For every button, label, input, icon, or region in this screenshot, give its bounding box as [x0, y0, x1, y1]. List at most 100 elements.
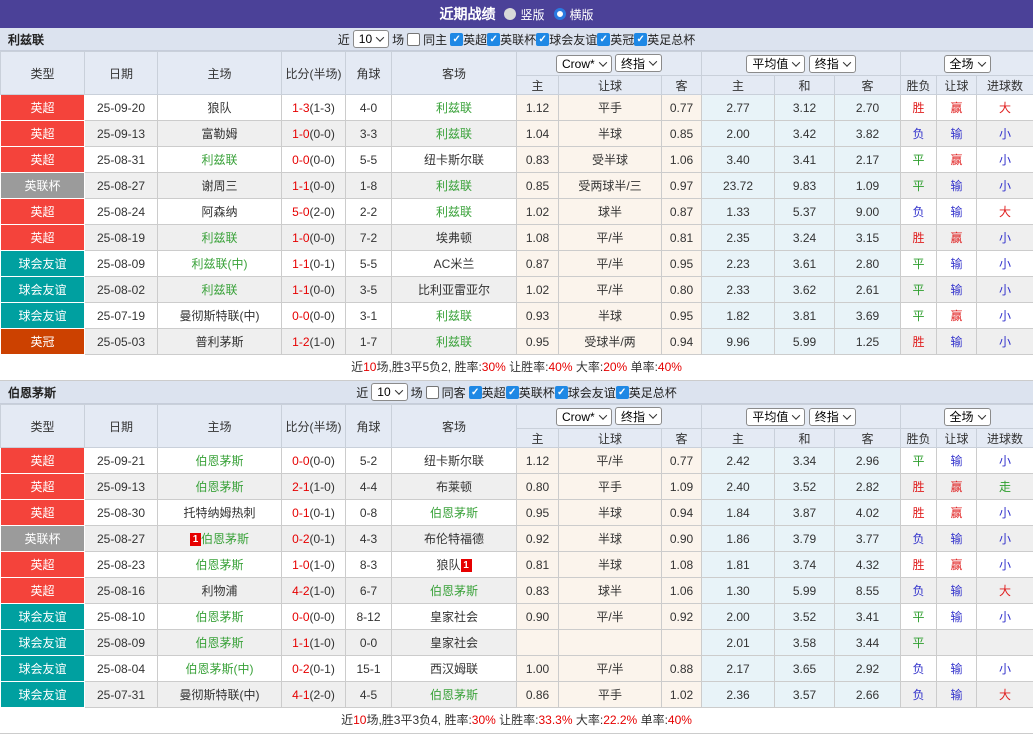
- home-team[interactable]: 狼队: [158, 95, 282, 121]
- league-checkbox[interactable]: [597, 33, 610, 46]
- away-team-name[interactable]: 皇家社会: [430, 610, 478, 624]
- away-team[interactable]: 伯恩茅斯: [392, 500, 517, 526]
- away-team[interactable]: 利兹联: [392, 95, 517, 121]
- away-team-name[interactable]: 伯恩茅斯: [430, 688, 478, 702]
- avg-odds-select[interactable]: 平均值: [746, 408, 805, 426]
- away-team-name[interactable]: 伯恩茅斯: [430, 506, 478, 520]
- home-team-name[interactable]: 利兹联: [201, 153, 237, 167]
- away-team[interactable]: 利兹联: [392, 329, 517, 355]
- avg-odds-select[interactable]: 平均值: [746, 55, 805, 73]
- league-checkbox[interactable]: [506, 386, 519, 399]
- home-team[interactable]: 普利茅斯: [158, 329, 282, 355]
- recent-count-select[interactable]: 10: [353, 30, 389, 48]
- away-team[interactable]: 利兹联: [392, 199, 517, 225]
- away-team-name[interactable]: 西汉姆联: [430, 662, 478, 676]
- home-team[interactable]: 利兹联: [158, 277, 282, 303]
- away-team-name[interactable]: 布伦特福德: [424, 532, 484, 546]
- home-team[interactable]: 阿森纳: [158, 199, 282, 225]
- away-team-name[interactable]: 纽卡斯尔联: [424, 153, 484, 167]
- away-team-name[interactable]: 利兹联: [436, 309, 472, 323]
- away-team-name[interactable]: 利兹联: [436, 127, 472, 141]
- crow-odds-select[interactable]: Crow*: [556, 408, 612, 426]
- home-team-name[interactable]: 曼彻斯特联(中): [180, 309, 260, 323]
- away-team-name[interactable]: 利兹联: [436, 179, 472, 193]
- home-team[interactable]: 伯恩茅斯(中): [158, 656, 282, 682]
- fulltime-scope-select[interactable]: 全场: [944, 55, 991, 73]
- crow-final-select[interactable]: 终指: [615, 54, 662, 72]
- home-team[interactable]: 曼彻斯特联(中): [158, 303, 282, 329]
- away-team[interactable]: 皇家社会: [392, 604, 517, 630]
- fulltime-scope-select[interactable]: 全场: [944, 408, 991, 426]
- home-team[interactable]: 利兹联(中): [158, 251, 282, 277]
- layout-radio-vertical[interactable]: 竖版: [504, 6, 544, 23]
- same-venue-checkbox[interactable]: [407, 33, 420, 46]
- away-team[interactable]: 伯恩茅斯: [392, 578, 517, 604]
- home-team-name[interactable]: 伯恩茅斯: [195, 480, 243, 494]
- away-team-name[interactable]: 布莱顿: [436, 480, 472, 494]
- home-team-name[interactable]: 伯恩茅斯: [195, 558, 243, 572]
- away-team[interactable]: 西汉姆联: [392, 656, 517, 682]
- home-team-name[interactable]: 利兹联: [201, 283, 237, 297]
- league-checkbox[interactable]: [487, 33, 500, 46]
- home-team-name[interactable]: 利物浦: [201, 584, 237, 598]
- league-checkbox[interactable]: [536, 33, 549, 46]
- away-team-name[interactable]: 埃弗顿: [436, 231, 472, 245]
- home-team[interactable]: 谢周三: [158, 173, 282, 199]
- recent-count-select[interactable]: 10: [371, 383, 407, 401]
- league-checkbox[interactable]: [469, 386, 482, 399]
- away-team[interactable]: 布伦特福德: [392, 526, 517, 552]
- home-team-name[interactable]: 伯恩茅斯: [195, 636, 243, 650]
- home-team-name[interactable]: 谢周三: [201, 179, 237, 193]
- home-team[interactable]: 利兹联: [158, 225, 282, 251]
- away-team[interactable]: 伯恩茅斯: [392, 682, 517, 708]
- home-team[interactable]: 伯恩茅斯: [158, 448, 282, 474]
- away-team-name[interactable]: 利兹联: [436, 335, 472, 349]
- crow-final-select[interactable]: 终指: [615, 407, 662, 425]
- away-team[interactable]: AC米兰: [392, 251, 517, 277]
- away-team[interactable]: 狼队1: [392, 552, 517, 578]
- league-checkbox[interactable]: [616, 386, 629, 399]
- away-team-name[interactable]: 纽卡斯尔联: [424, 454, 484, 468]
- home-team-name[interactable]: 利兹联: [201, 231, 237, 245]
- home-team[interactable]: 利物浦: [158, 578, 282, 604]
- away-team-name[interactable]: 伯恩茅斯: [430, 584, 478, 598]
- home-team[interactable]: 曼彻斯特联(中): [158, 682, 282, 708]
- home-team[interactable]: 1伯恩茅斯: [158, 526, 282, 552]
- away-team[interactable]: 利兹联: [392, 303, 517, 329]
- home-team[interactable]: 托特纳姆热刺: [158, 500, 282, 526]
- home-team[interactable]: 伯恩茅斯: [158, 552, 282, 578]
- home-team-name[interactable]: 利兹联(中): [192, 257, 248, 271]
- avg-final-select[interactable]: 终指: [809, 55, 856, 73]
- away-team[interactable]: 比利亚雷亚尔: [392, 277, 517, 303]
- home-team[interactable]: 利兹联: [158, 147, 282, 173]
- away-team-name[interactable]: AC米兰: [434, 257, 475, 271]
- away-team[interactable]: 利兹联: [392, 121, 517, 147]
- crow-odds-select[interactable]: Crow*: [556, 55, 612, 73]
- layout-radio-horizontal[interactable]: 横版: [554, 6, 594, 23]
- league-checkbox[interactable]: [634, 33, 647, 46]
- away-team-name[interactable]: 比利亚雷亚尔: [418, 283, 490, 297]
- away-team[interactable]: 布莱顿: [392, 474, 517, 500]
- home-team[interactable]: 伯恩茅斯: [158, 474, 282, 500]
- home-team-name[interactable]: 曼彻斯特联(中): [180, 688, 260, 702]
- home-team[interactable]: 富勒姆: [158, 121, 282, 147]
- radio-icon[interactable]: [504, 8, 516, 20]
- home-team-name[interactable]: 富勒姆: [201, 127, 237, 141]
- away-team[interactable]: 利兹联: [392, 173, 517, 199]
- away-team[interactable]: 纽卡斯尔联: [392, 147, 517, 173]
- away-team[interactable]: 纽卡斯尔联: [392, 448, 517, 474]
- home-team-name[interactable]: 托特纳姆热刺: [183, 506, 255, 520]
- away-team-name[interactable]: 利兹联: [436, 101, 472, 115]
- away-team-name[interactable]: 利兹联: [436, 205, 472, 219]
- home-team-name[interactable]: 伯恩茅斯: [201, 532, 249, 546]
- league-checkbox[interactable]: [450, 33, 463, 46]
- home-team-name[interactable]: 普利茅斯: [195, 335, 243, 349]
- home-team-name[interactable]: 狼队: [207, 101, 231, 115]
- away-team[interactable]: 皇家社会: [392, 630, 517, 656]
- home-team-name[interactable]: 伯恩茅斯: [195, 610, 243, 624]
- away-team[interactable]: 埃弗顿: [392, 225, 517, 251]
- league-checkbox[interactable]: [555, 386, 568, 399]
- home-team-name[interactable]: 伯恩茅斯(中): [186, 662, 254, 676]
- avg-final-select[interactable]: 终指: [809, 408, 856, 426]
- home-team[interactable]: 伯恩茅斯: [158, 630, 282, 656]
